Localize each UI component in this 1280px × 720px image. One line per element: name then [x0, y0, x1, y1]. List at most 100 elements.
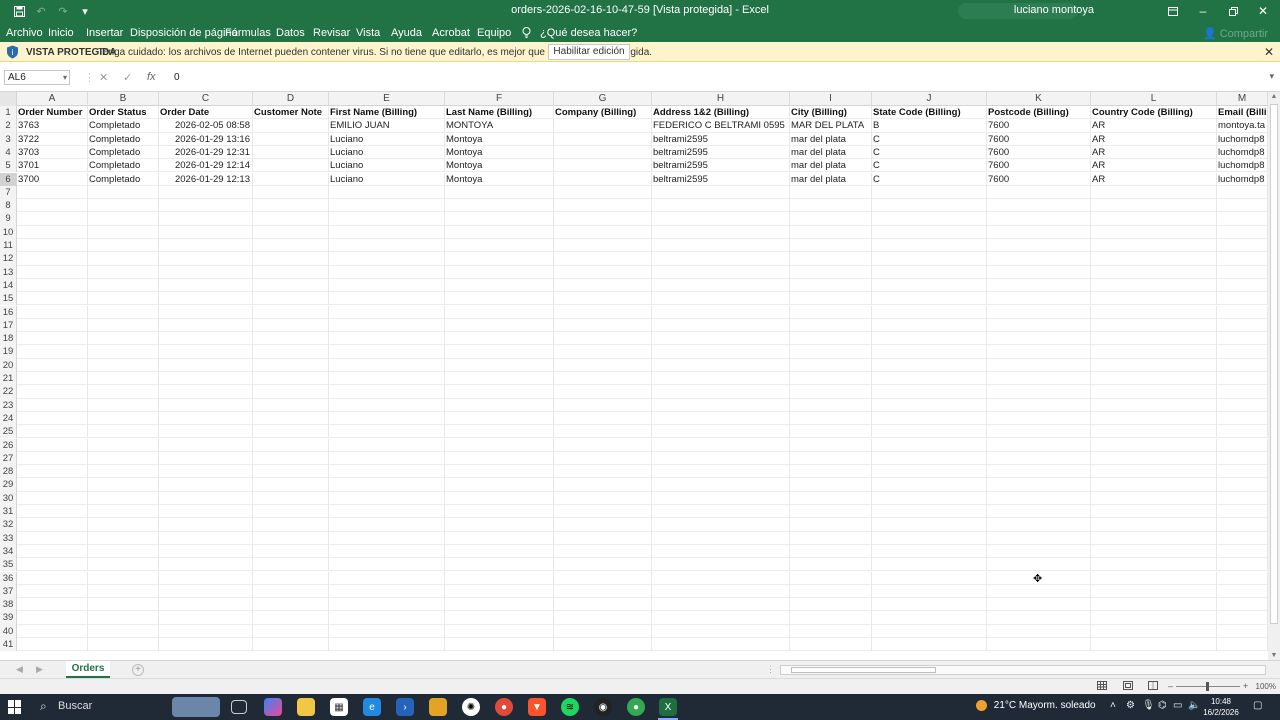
empty-cell[interactable]	[253, 638, 329, 652]
data-cell[interactable]: AR	[1091, 132, 1217, 146]
empty-cell[interactable]	[17, 265, 88, 279]
empty-cell[interactable]	[159, 199, 253, 213]
empty-cell[interactable]	[1091, 278, 1217, 293]
empty-cell[interactable]	[1217, 332, 1268, 346]
data-cell[interactable]: 3763	[17, 119, 88, 133]
empty-cell[interactable]	[790, 385, 872, 399]
empty-cell[interactable]	[987, 478, 1091, 492]
empty-cell[interactable]	[1217, 411, 1268, 426]
empty-cell[interactable]	[445, 478, 554, 492]
header-cell[interactable]: State Code (Billing)	[872, 106, 987, 120]
empty-cell[interactable]	[790, 199, 872, 213]
empty-cell[interactable]	[790, 225, 872, 239]
empty-cell[interactable]	[445, 518, 554, 532]
select-all-corner[interactable]	[0, 92, 17, 106]
empty-cell[interactable]	[329, 571, 445, 585]
empty-cell[interactable]	[445, 491, 554, 505]
empty-cell[interactable]	[329, 225, 445, 239]
empty-cell[interactable]	[253, 478, 329, 492]
empty-cell[interactable]	[88, 318, 159, 333]
zoom-out-icon[interactable]: –	[1168, 681, 1173, 691]
row-number[interactable]: 34	[0, 544, 17, 559]
empty-cell[interactable]	[1091, 199, 1217, 213]
empty-cell[interactable]	[987, 372, 1091, 386]
column-header-e[interactable]: E	[329, 92, 445, 106]
chevron-down-icon[interactable]: ▾	[63, 71, 67, 84]
empty-cell[interactable]	[329, 239, 445, 253]
row-number[interactable]: 7	[0, 185, 17, 200]
data-cell[interactable]: Montoya	[445, 145, 554, 160]
empty-cell[interactable]	[88, 544, 159, 559]
column-header-d[interactable]: D	[253, 92, 329, 106]
empty-cell[interactable]	[445, 411, 554, 426]
empty-cell[interactable]	[554, 212, 652, 226]
empty-cell[interactable]	[790, 411, 872, 426]
empty-cell[interactable]	[17, 185, 88, 200]
empty-cell[interactable]	[253, 252, 329, 266]
tray-chevron-up-icon[interactable]: ˄	[1110, 700, 1116, 711]
empty-cell[interactable]	[329, 584, 445, 599]
empty-cell[interactable]	[554, 491, 652, 505]
empty-cell[interactable]	[445, 332, 554, 346]
scroll-down-icon[interactable]: ▼	[1268, 652, 1280, 659]
tab-vista[interactable]: Vista	[356, 27, 380, 39]
empty-cell[interactable]	[790, 398, 872, 412]
empty-cell[interactable]	[554, 411, 652, 426]
empty-cell[interactable]	[987, 611, 1091, 625]
empty-cell[interactable]	[329, 518, 445, 532]
empty-cell[interactable]	[872, 239, 987, 253]
data-cell[interactable]	[253, 159, 329, 173]
empty-cell[interactable]	[652, 638, 790, 652]
empty-cell[interactable]	[253, 584, 329, 599]
empty-cell[interactable]	[1091, 332, 1217, 346]
empty-cell[interactable]	[872, 584, 987, 599]
empty-cell[interactable]	[329, 252, 445, 266]
worksheet-grid[interactable]: ABCDEFGHIJKLM 1 Order Number Order Status O…	[0, 92, 1268, 660]
data-cell[interactable]: C	[872, 159, 987, 173]
empty-cell[interactable]	[987, 239, 1091, 253]
empty-cell[interactable]	[17, 212, 88, 226]
empty-cell[interactable]	[652, 225, 790, 239]
data-cell[interactable]: Completado	[88, 172, 159, 186]
empty-cell[interactable]	[445, 345, 554, 359]
empty-cell[interactable]	[1091, 358, 1217, 372]
empty-cell[interactable]	[159, 385, 253, 399]
empty-cell[interactable]	[445, 598, 554, 612]
empty-cell[interactable]	[17, 332, 88, 346]
row-number[interactable]: 36	[0, 571, 17, 585]
empty-cell[interactable]	[445, 292, 554, 306]
empty-cell[interactable]	[1091, 531, 1217, 545]
empty-cell[interactable]	[872, 358, 987, 372]
tray-wifi-icon[interactable]: ⌬	[1158, 700, 1167, 711]
empty-cell[interactable]	[253, 438, 329, 452]
empty-cell[interactable]	[790, 478, 872, 492]
empty-cell[interactable]	[554, 571, 652, 585]
empty-cell[interactable]	[987, 558, 1091, 572]
empty-cell[interactable]	[445, 225, 554, 239]
empty-cell[interactable]	[329, 624, 445, 638]
empty-cell[interactable]	[790, 624, 872, 638]
empty-cell[interactable]	[159, 451, 253, 466]
empty-cell[interactable]	[17, 598, 88, 612]
empty-cell[interactable]	[445, 385, 554, 399]
empty-cell[interactable]	[253, 571, 329, 585]
empty-cell[interactable]	[554, 225, 652, 239]
empty-cell[interactable]	[329, 611, 445, 625]
empty-cell[interactable]	[790, 611, 872, 625]
app-icon-orange[interactable]	[429, 698, 447, 716]
empty-cell[interactable]	[987, 345, 1091, 359]
empty-cell[interactable]	[652, 531, 790, 545]
empty-cell[interactable]	[329, 411, 445, 426]
empty-cell[interactable]	[88, 438, 159, 452]
empty-cell[interactable]	[987, 638, 1091, 652]
data-cell[interactable]: 7600	[987, 119, 1091, 133]
close-icon[interactable]: ✕	[1248, 0, 1278, 22]
empty-cell[interactable]	[445, 611, 554, 625]
empty-cell[interactable]	[445, 358, 554, 372]
empty-cell[interactable]	[445, 465, 554, 479]
empty-cell[interactable]	[159, 185, 253, 200]
empty-cell[interactable]	[872, 345, 987, 359]
empty-cell[interactable]	[987, 252, 1091, 266]
empty-cell[interactable]	[872, 252, 987, 266]
data-cell[interactable]: 7600	[987, 132, 1091, 146]
